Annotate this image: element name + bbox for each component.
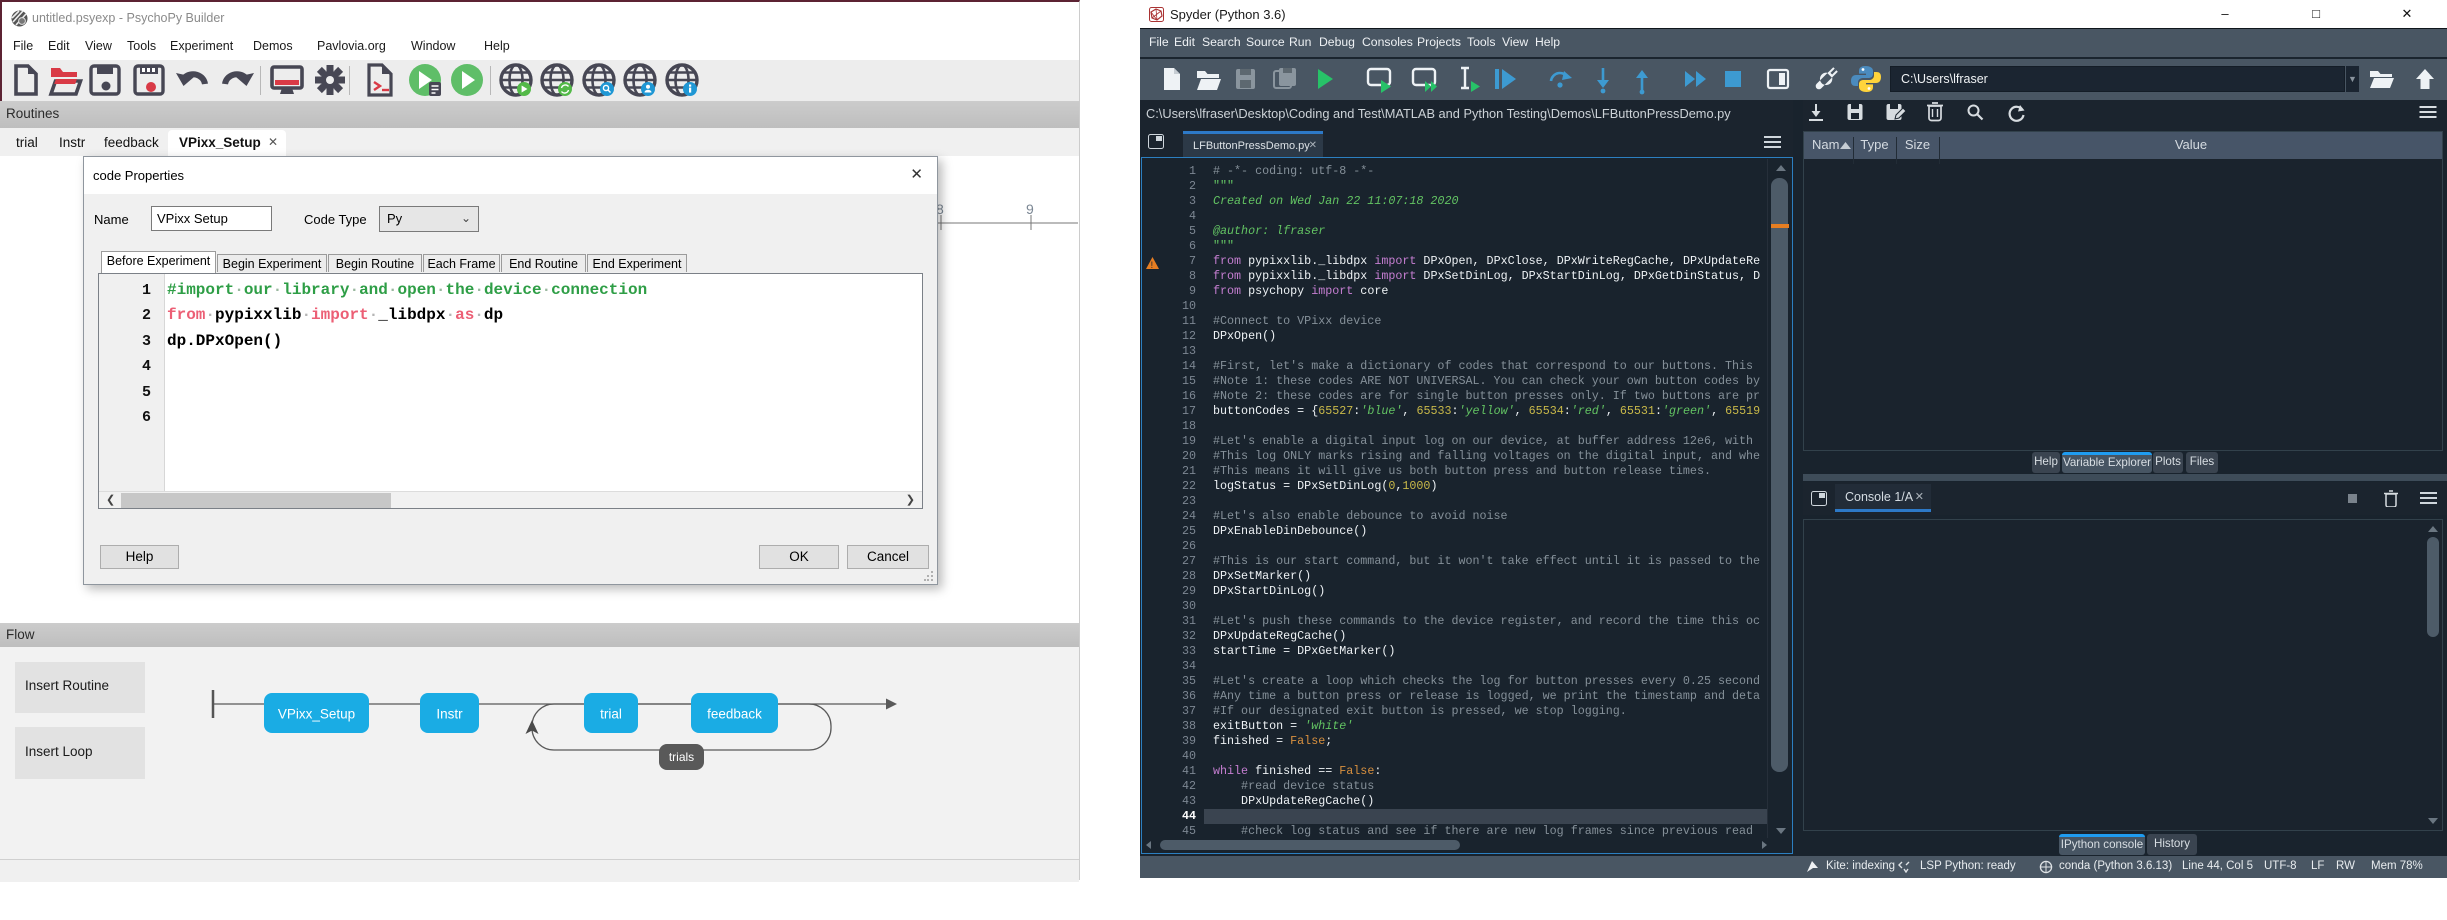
svg-text:!: !	[1151, 260, 1154, 269]
svg-text:Instr: Instr	[436, 707, 463, 722]
svg-text:trial: trial	[600, 707, 622, 722]
svg-text:9: 9	[1026, 201, 1034, 217]
svg-text:VPixx_Setup: VPixx_Setup	[278, 707, 355, 722]
svg-text:feedback: feedback	[707, 707, 762, 722]
svg-text:trials: trials	[669, 750, 694, 764]
